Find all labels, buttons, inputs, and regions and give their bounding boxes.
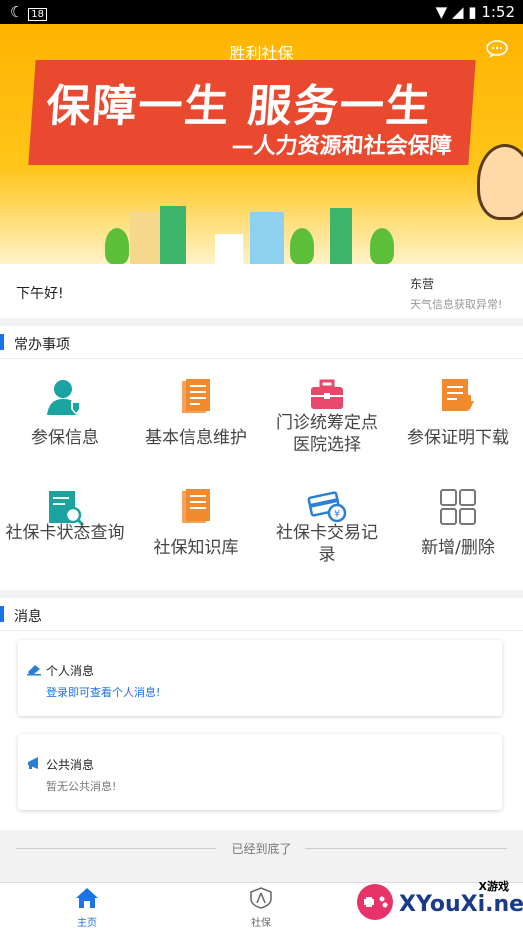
message-title: 公共消息: [46, 758, 95, 772]
task-label: 参保证明下载: [407, 428, 509, 448]
watermark: X游戏 XYouXi.net: [355, 878, 523, 928]
task-label: 门诊统筹定点医院选择: [276, 413, 378, 455]
status-left: ☾ 18: [10, 3, 47, 21]
message-title: 个人消息: [46, 664, 95, 678]
social-security-icon: [250, 887, 272, 909]
header-banner: 胜利社保 保障一生 服务一生 —人力资源和社会保障: [0, 24, 523, 264]
greeting-bar: 下午好! 东营 天气信息获取异常!: [0, 264, 523, 318]
section-accent: [0, 606, 4, 622]
building: [330, 208, 352, 264]
card-transaction-icon: ¥: [307, 491, 347, 523]
slogan-sub: —人力资源和社会保障: [230, 134, 453, 159]
task-label: 新增/删除: [421, 538, 495, 558]
weather-status: 天气信息获取异常!: [410, 298, 503, 311]
task-item-add-remove[interactable]: 新增/删除: [393, 477, 523, 587]
tree: [370, 228, 394, 264]
task-label: 社保卡交易记录: [276, 523, 378, 565]
greeting-text: 下午好!: [16, 286, 64, 302]
task-label: 基本信息维护: [145, 428, 247, 448]
user-shield-icon: [47, 380, 81, 415]
task-grid: 参保信息 基本信息维护 门诊统筹定点医院选择 参保证明下载 社保卡状态查询 社保…: [0, 359, 523, 589]
slogan-main: 保障一生 服务一生: [44, 81, 434, 132]
search-document-icon: [49, 491, 85, 527]
end-of-list-text: 已经到底了: [231, 842, 292, 856]
grid-icon: [440, 489, 476, 525]
building: [160, 206, 186, 264]
task-label: 参保信息: [31, 428, 99, 448]
tab-label: 社保: [251, 918, 271, 929]
task-label: 社保卡状态查询: [5, 523, 125, 543]
megaphone-icon: [28, 757, 38, 769]
chat-icon[interactable]: [485, 40, 509, 58]
task-label: 社保知识库: [153, 538, 239, 558]
notification-count: 18: [28, 8, 47, 21]
clock: 1:52: [481, 3, 515, 21]
building: [130, 212, 160, 264]
public-message-card[interactable]: 公共消息 暂无公共消息!: [18, 734, 502, 810]
eraser-icon: [27, 665, 41, 676]
section-title: 常办事项: [14, 337, 70, 353]
task-item-knowledge-base[interactable]: 社保知识库: [131, 477, 261, 587]
medical-kit-icon: [311, 379, 343, 409]
tab-home[interactable]: 主页: [0, 883, 174, 932]
section-header: 常办事项: [0, 326, 523, 359]
tab-social-security[interactable]: 社保: [174, 883, 348, 932]
home-icon: [76, 888, 98, 908]
city-name[interactable]: 东营: [410, 275, 434, 292]
status-bar: ☾ 18 ▼ ◢ ▮ 1:52: [0, 0, 523, 24]
task-item-insurance-info[interactable]: 参保信息: [0, 367, 130, 477]
document-list-icon: [182, 379, 210, 413]
task-item-card-status[interactable]: 社保卡状态查询: [0, 477, 130, 587]
slogan-board: 保障一生 服务一生 —人力资源和社会保障: [28, 60, 476, 165]
message-text[interactable]: 登录即可查看个人消息!: [46, 684, 160, 700]
tab-label: 主页: [77, 918, 97, 929]
knowledge-book-icon: [182, 489, 210, 523]
tree: [290, 228, 314, 264]
task-item-hospital-select[interactable]: 门诊统筹定点医院选择: [262, 367, 392, 477]
task-item-proof-download[interactable]: 参保证明下载: [393, 367, 523, 477]
tree: [105, 228, 129, 264]
section-accent: [0, 334, 4, 350]
svg-text:¥: ¥: [334, 509, 340, 520]
section-header: 消息: [0, 598, 523, 631]
status-right: ▼ ◢ ▮ 1:52: [435, 3, 515, 21]
building: [250, 212, 284, 264]
section-title: 消息: [14, 609, 42, 625]
task-item-card-transactions[interactable]: ¥ 社保卡交易记录: [262, 477, 392, 587]
gamepad-logo-icon: [357, 884, 393, 920]
building: [215, 234, 243, 264]
messages-panel: 消息 个人消息 登录即可查看个人消息! 公共消息 暂无公共消息!: [0, 598, 523, 830]
cartoon-character: [477, 144, 523, 220]
watermark-brand: XYouXi.net: [399, 892, 523, 917]
message-text: 暂无公共消息!: [46, 780, 117, 793]
personal-message-card[interactable]: 个人消息 登录即可查看个人消息!: [18, 640, 502, 716]
common-tasks-panel: 常办事项 参保信息 基本信息维护 门诊统筹定点医院选择 参保证明下载 社保卡状态…: [0, 326, 523, 590]
end-of-list: 已经到底了: [0, 834, 523, 864]
download-document-icon: [442, 379, 474, 411]
task-item-info-maintenance[interactable]: 基本信息维护: [131, 367, 261, 477]
